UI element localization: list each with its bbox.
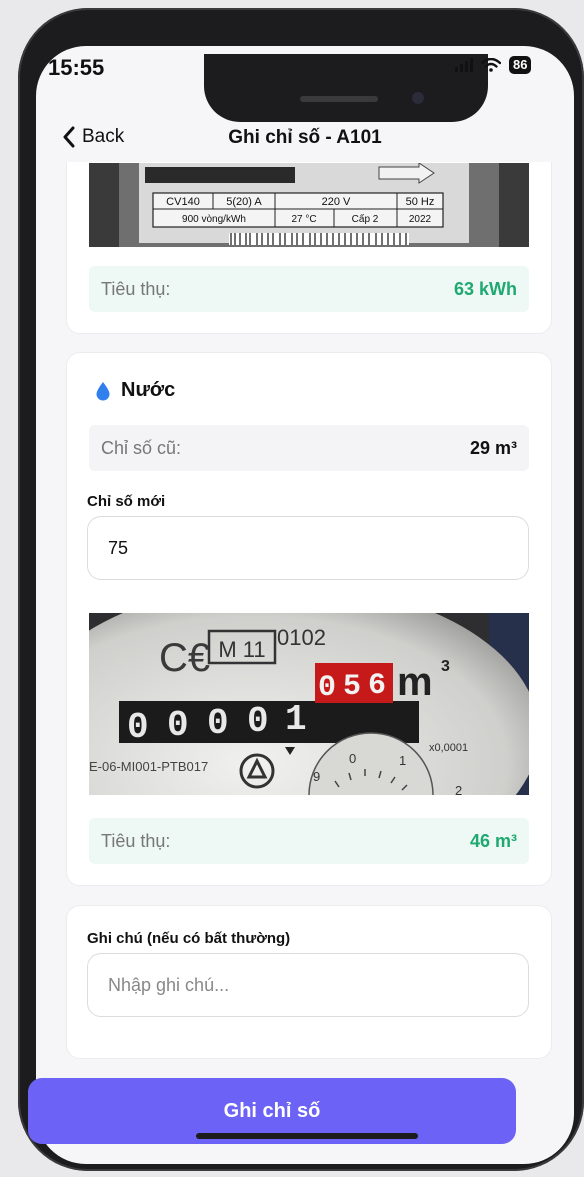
meter-digit: 0	[247, 701, 269, 742]
water-meter-photo: C€ M 11 0102 0 0 0 0 1 0 5 6 m 3 E-06-MI…	[89, 613, 529, 795]
meter-plate-cell: 2022	[409, 214, 432, 225]
meter-plate-cell: 220 V	[322, 196, 351, 208]
new-reading-label: Chỉ số mới	[87, 493, 166, 510]
electric-card: CV140 5(20) A 220 V 50 Hz 900 vòng/kWh 2…	[66, 162, 552, 334]
new-reading-input[interactable]	[87, 516, 529, 580]
electric-consumption-row: Tiêu thụ: 63 kWh	[89, 266, 529, 312]
status-icons: 86	[455, 56, 532, 74]
dial-label: 9	[313, 769, 320, 784]
meter-brand-text: M 11	[218, 637, 265, 662]
water-drop-icon	[96, 381, 110, 400]
meter-plate-cell: CV140	[166, 196, 200, 208]
meter-plate-cell: 5(20) A	[226, 196, 262, 208]
status-time: 15:55	[48, 55, 105, 80]
svg-text:C€: C€	[159, 636, 210, 680]
note-input[interactable]	[87, 953, 529, 1017]
meter-serial-text: 0102	[277, 625, 326, 650]
dial-label: 2	[455, 783, 462, 795]
electric-meter-image: CV140 5(20) A 220 V 50 Hz 900 vòng/kWh 2…	[89, 163, 529, 247]
water-section-title: Nước	[95, 379, 175, 402]
meter-digit: 1	[285, 699, 307, 740]
meter-digit: 0	[127, 707, 149, 748]
meter-digit-red: 5	[343, 670, 361, 704]
signal-icon	[455, 58, 473, 72]
front-camera	[412, 92, 424, 104]
electric-meter-photo: CV140 5(20) A 220 V 50 Hz 900 vòng/kWh 2…	[89, 163, 529, 247]
scroll-content[interactable]: CV140 5(20) A 220 V 50 Hz 900 vòng/kWh 2…	[36, 162, 574, 1164]
meter-plate-cell: Cấp 2	[352, 213, 379, 225]
meter-digit: 0	[207, 703, 229, 744]
dial-label: x0,0001	[429, 742, 468, 754]
dial-label: 1	[399, 753, 406, 768]
water-consumption-row: Tiêu thụ: 46 m³	[89, 818, 529, 864]
water-old-reading-row: Chỉ số cũ: 29 m³	[89, 425, 529, 471]
meter-model-text: E-06-MI001-PTB017	[89, 759, 208, 774]
water-meter-image: C€ M 11 0102 0 0 0 0 1 0 5 6 m 3 E-06-MI…	[89, 613, 529, 795]
water-card: Nước Chỉ số cũ: 29 m³ Chỉ số mới C€	[66, 352, 552, 886]
water-title: Nước	[121, 379, 176, 401]
electric-consumption-value: 63 kWh	[453, 278, 517, 299]
old-reading-label: Chỉ số cũ:	[101, 437, 182, 458]
meter-digit-red: 0	[318, 671, 336, 705]
home-indicator	[196, 1133, 418, 1139]
notch	[204, 54, 488, 122]
page-title: Ghi chỉ số - A101	[228, 127, 382, 148]
water-consumption-value: 46 m³	[469, 830, 517, 851]
meter-plate-cell: 27 °C	[291, 214, 316, 225]
battery-icon: 86	[509, 56, 532, 74]
meter-digit: 0	[167, 705, 189, 746]
consumption-label: Tiêu thụ:	[101, 830, 171, 851]
wifi-icon	[481, 58, 501, 72]
nav-bar: Back Ghi chỉ số - A101	[36, 118, 574, 162]
meter-plate-cell: 50 Hz	[406, 196, 435, 208]
note-label: Ghi chú (nếu có bất thường)	[87, 930, 291, 947]
consumption-label: Tiêu thụ:	[101, 278, 171, 299]
speaker	[300, 96, 378, 102]
meter-unit: m	[397, 660, 433, 704]
meter-plate-cell: 900 vòng/kWh	[182, 214, 246, 225]
meter-digit-red: 6	[368, 669, 386, 703]
dial-label: 0	[349, 751, 356, 766]
old-reading-value: 29 m³	[469, 437, 517, 458]
note-card: Ghi chú (nếu có bất thường)	[66, 905, 552, 1059]
svg-text:3: 3	[441, 658, 450, 675]
